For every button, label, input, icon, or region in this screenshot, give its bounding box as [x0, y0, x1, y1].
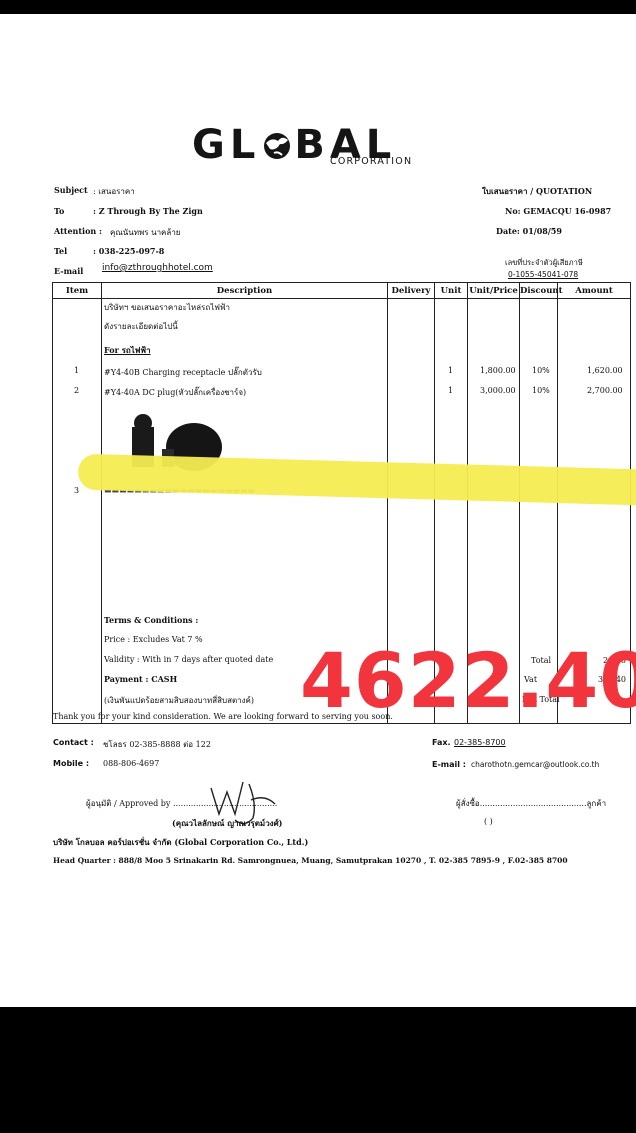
row-item: 3	[74, 486, 80, 495]
row-item: 2	[74, 386, 80, 395]
row-discount: 10%	[532, 386, 550, 395]
fax-label: Fax.	[432, 738, 451, 747]
fax-value: 02-385-8700	[454, 738, 506, 747]
globe-icon	[260, 122, 294, 168]
doc-title: ใบเสนอราคา / QUOTATION	[482, 186, 593, 196]
tax-id-label: เลขที่ประจำตัวผู้เสียภาษี	[505, 258, 583, 267]
logo-subtitle: CORPORATION	[330, 156, 413, 167]
header-unit-price: Unit/Price	[467, 282, 520, 299]
intro-line-1: บริษัทฯ ขอเสนอราคาอะไหล่รถไฟฟ้า	[104, 303, 231, 312]
intro-line-2: ดังรายละเอียดต่อไปนี้	[104, 322, 178, 331]
thank-you-note: Thank you for your kind consideration. W…	[53, 712, 393, 721]
header-item: Item	[52, 282, 102, 299]
contact-value: ชโลธร 02-385-8888 ต่อ 122	[103, 740, 211, 749]
attention-label: Attention :	[54, 226, 102, 236]
row-unit: 1	[448, 366, 454, 375]
header-description: Description	[101, 282, 388, 299]
quotation-page: GL BAL CORPORATION Subject : เสนอราคา To …	[0, 14, 636, 1007]
header-delivery: Delivery	[387, 282, 435, 299]
tax-id-value: 0-1055-45041-078	[508, 270, 579, 279]
footer-email-label: E-mail :	[432, 760, 466, 769]
tel-value: : 038-225-097-8	[93, 246, 165, 256]
mobile-value: 088-806-4697	[103, 759, 160, 768]
terms-title: Terms & Conditions :	[104, 615, 199, 625]
orderer-paren: ( )	[484, 817, 493, 826]
footer-email-value[interactable]: charothotn.gemcar@outlook.co.th	[471, 760, 599, 769]
header-discount: Discount	[519, 282, 563, 299]
attention-value: คุณนันทพร นาคล้าย	[110, 228, 181, 237]
section-title: For รถไฟฟ้า	[104, 345, 151, 355]
subject-value: : เสนอราคา	[93, 187, 135, 196]
row-price: 3,000.00	[480, 386, 516, 395]
row-unit: 1	[448, 386, 454, 395]
mobile-label: Mobile :	[53, 759, 90, 768]
row-amount: 2,700.00	[587, 386, 623, 395]
approver-name: (คุณวไลลักษณ์ ญาณวรุตม์วงศ์)	[172, 818, 283, 828]
quote-number: No: GEMACQU 16-0987	[505, 206, 612, 216]
to-label: To	[54, 206, 65, 216]
email-label: E-mail	[54, 266, 84, 276]
quote-date: Date: 01/08/59	[496, 226, 562, 236]
terms-validity: Validity : With in 7 days after quoted d…	[104, 655, 274, 664]
orderer-line: ผู้สั่งซื้อ.............................…	[456, 799, 607, 808]
company-name: บริษัท โกลบอล คอร์ปอเรชั่น จำกัด (Global…	[53, 837, 309, 847]
header-amount: Amount	[557, 282, 631, 299]
row-discount: 10%	[532, 366, 550, 375]
row-item: 1	[74, 366, 80, 375]
to-value: : Z Through By The Zign	[93, 206, 203, 216]
head-quarter: Head Quarter : 888/8 Moo 5 Srinakarin Rd…	[53, 856, 568, 865]
header-unit: Unit	[434, 282, 468, 299]
amount-in-words: (เงินพันแปดร้อยสามสิบสองบาทสี่สิบสตางค์)	[104, 696, 255, 705]
terms-payment: Payment : CASH	[104, 674, 178, 684]
tel-label: Tel	[54, 246, 68, 256]
terms-price: Price : Excludes Vat 7 %	[104, 635, 203, 644]
email-value[interactable]: info@zthroughhotel.com	[102, 263, 213, 273]
row-description: #Y4-40A DC plug(หัวปลั๊กเครื่องชาร์จ)	[104, 388, 247, 397]
table-header-row: Item Description Delivery Unit Unit/Pric…	[52, 282, 631, 299]
row-amount: 1,620.00	[587, 366, 623, 375]
row-description: #Y4-40B Charging receptacle ปลั๊กตัวรับ	[104, 368, 262, 377]
subject-label: Subject	[54, 185, 88, 195]
contact-label: Contact :	[53, 738, 94, 747]
row-price: 1,800.00	[480, 366, 516, 375]
